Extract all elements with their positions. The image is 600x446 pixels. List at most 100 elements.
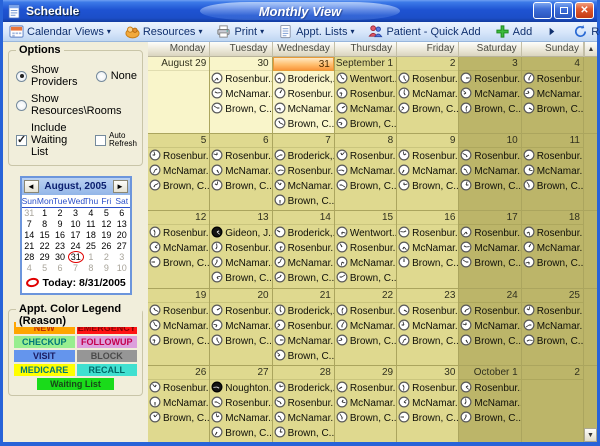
day-cell[interactable]: 30Rosenbur...McNamar...Brown, C... — [210, 57, 272, 133]
appointment[interactable]: Rosenbur... — [274, 164, 334, 179]
appointment[interactable]: Brown, C... — [149, 334, 209, 349]
patient-quick-add-button[interactable]: Patient - Quick Add — [362, 22, 486, 41]
appointment[interactable]: McNamar... — [523, 164, 583, 179]
auto-refresh-checkbox[interactable] — [95, 135, 106, 146]
mini-calendar-date[interactable]: 26 — [99, 241, 114, 252]
appointment[interactable]: Rosenbur... — [211, 241, 271, 256]
day-cell[interactable]: 10Rosenbur...McNamar...Brown, C... — [459, 134, 521, 210]
mini-calendar-date[interactable]: 25 — [83, 241, 98, 252]
day-cell[interactable]: 4Rosenbur...McNamar...Brown, C... — [522, 57, 584, 133]
appointment[interactable]: McNamar... — [336, 319, 396, 334]
appointment[interactable]: Brown, C... — [149, 256, 209, 271]
mini-calendar-date[interactable]: 28 — [22, 252, 37, 263]
mini-calendar-date[interactable]: 13 — [114, 219, 129, 230]
appointment[interactable]: McNamar... — [149, 164, 209, 179]
day-cell[interactable]: 25Rosenbur...McNamar...Brown, C... — [522, 289, 584, 365]
day-cell[interactable]: 16Rosenbur...McNamar...Brown, C... — [397, 211, 459, 287]
appointment[interactable]: Rosenbur... — [149, 304, 209, 319]
mini-calendar-date[interactable]: 23 — [52, 241, 67, 252]
day-cell[interactable]: 30Rosenbur...McNamar...Brown, C... — [397, 366, 459, 442]
appointment[interactable]: McNamar... — [398, 241, 458, 256]
appointment[interactable]: McNamar... — [336, 396, 396, 411]
day-cell[interactable]: 6Rosenbur...McNamar...Brown, C... — [210, 134, 272, 210]
mini-calendar-date[interactable]: 14 — [22, 230, 37, 241]
appointment[interactable]: Brown, C... — [274, 194, 334, 209]
appointment[interactable]: McNamar... — [523, 87, 583, 102]
appointment[interactable]: Rosenbur... — [398, 304, 458, 319]
mini-calendar-date[interactable]: 3 — [114, 252, 129, 263]
appointment[interactable]: Brown, C... — [398, 411, 458, 426]
mini-calendar-date[interactable]: 12 — [99, 219, 114, 230]
appointment[interactable]: Brown, C... — [523, 256, 583, 271]
appointment[interactable]: McNamar... — [336, 102, 396, 117]
appointment[interactable]: Brown, C... — [460, 411, 520, 426]
expand-add-button[interactable] — [538, 22, 565, 41]
day-cell[interactable]: 5Rosenbur...McNamar...Brown, C... — [148, 134, 210, 210]
appointment[interactable]: Brown, C... — [211, 426, 271, 441]
maximize-button[interactable] — [554, 2, 573, 19]
mini-calendar-date[interactable]: 30 — [52, 252, 67, 263]
appointment[interactable]: McNamar... — [211, 164, 271, 179]
appointment[interactable]: Rosenbur... — [336, 87, 396, 102]
day-cell[interactable]: 24Rosenbur...McNamar...Brown, C... — [459, 289, 521, 365]
mini-calendar-date[interactable]: 3 — [68, 208, 83, 219]
appointment[interactable]: Wentwort... — [336, 72, 396, 87]
appointment[interactable]: McNamar... — [460, 164, 520, 179]
appointment[interactable]: McNamar... — [211, 87, 271, 102]
appointment[interactable]: Gideon, J... — [211, 226, 271, 241]
appointment[interactable]: Brown, C... — [523, 102, 583, 117]
mini-calendar-date[interactable]: 4 — [22, 263, 37, 274]
mini-calendar-date[interactable]: 17 — [68, 230, 83, 241]
day-cell[interactable]: October 1Rosenbur...McNamar...Brown, C..… — [459, 366, 521, 442]
appointment[interactable]: Rosenbur... — [274, 87, 334, 102]
appointment[interactable]: McNamar... — [149, 396, 209, 411]
appointment[interactable]: McNamar... — [211, 411, 271, 426]
mini-calendar-date[interactable]: 31 — [22, 208, 37, 219]
appointment[interactable]: McNamar... — [274, 256, 334, 271]
day-cell[interactable]: 17Rosenbur...McNamar...Brown, C... — [459, 211, 521, 287]
appointment[interactable]: Broderick,... — [274, 72, 334, 87]
close-button[interactable]: ✕ — [575, 2, 594, 19]
appointment[interactable]: Brown, C... — [460, 102, 520, 117]
refresh-button[interactable]: Refresh — [567, 22, 600, 41]
day-cell[interactable]: 14Broderick,...Rosenbur...McNamar...Brow… — [273, 211, 335, 287]
appointment[interactable]: Brown, C... — [274, 349, 334, 364]
appointment[interactable]: Rosenbur... — [274, 396, 334, 411]
appointment[interactable]: Brown, C... — [398, 179, 458, 194]
day-cell[interactable]: 23Rosenbur...McNamar...Brown, C... — [397, 289, 459, 365]
mini-calendar-date[interactable]: 7 — [68, 263, 83, 274]
appointment[interactable]: Rosenbur... — [523, 226, 583, 241]
appointment[interactable]: Brown, C... — [336, 271, 396, 286]
show-resources-radio[interactable] — [16, 100, 27, 111]
appointment[interactable]: McNamar... — [398, 87, 458, 102]
next-month-button[interactable]: ► — [113, 180, 128, 193]
appointment[interactable]: Rosenbur... — [336, 149, 396, 164]
mini-calendar-date[interactable]: 22 — [37, 241, 52, 252]
appointment[interactable]: Rosenbur... — [211, 396, 271, 411]
appointment[interactable]: Rosenbur... — [398, 72, 458, 87]
appointment[interactable]: Broderick,... — [274, 149, 334, 164]
appointment[interactable]: Rosenbur... — [460, 72, 520, 87]
appointment[interactable]: Brown, C... — [211, 179, 271, 194]
calendar-views-button[interactable]: Calendar Views▾ — [3, 22, 117, 41]
appointment[interactable]: Rosenbur... — [336, 381, 396, 396]
appointment[interactable]: Brown, C... — [336, 179, 396, 194]
scroll-up-button[interactable]: ▲ — [584, 42, 597, 57]
appointment[interactable]: McNamar... — [398, 164, 458, 179]
mini-calendar-date[interactable]: 29 — [37, 252, 52, 263]
day-cell[interactable]: 13Gideon, J...Rosenbur...McNamar...Brown… — [210, 211, 272, 287]
appointment[interactable]: Brown, C... — [274, 117, 334, 132]
mini-calendar-date[interactable]: 9 — [52, 219, 67, 230]
appointment[interactable]: McNamar... — [149, 241, 209, 256]
day-cell[interactable]: 31Broderick,...Rosenbur...McNamar...Brow… — [273, 57, 335, 133]
mini-calendar-date[interactable]: 2 — [99, 252, 114, 263]
mini-calendar-date[interactable]: 24 — [68, 241, 83, 252]
mini-calendar-date[interactable]: 21 — [22, 241, 37, 252]
appointment[interactable]: McNamar... — [398, 319, 458, 334]
appointment[interactable]: McNamar... — [211, 319, 271, 334]
appointment[interactable]: McNamar... — [460, 319, 520, 334]
appointment[interactable]: Brown, C... — [336, 334, 396, 349]
appointment[interactable]: Rosenbur... — [398, 381, 458, 396]
appointment[interactable]: Rosenbur... — [274, 319, 334, 334]
appointment[interactable]: Brown, C... — [211, 102, 271, 117]
